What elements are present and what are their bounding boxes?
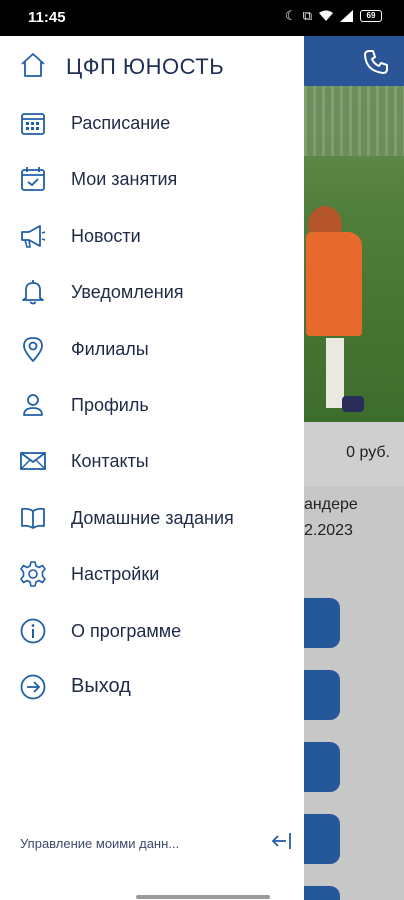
signal-icon bbox=[340, 10, 354, 22]
exit-arrow-icon bbox=[20, 674, 46, 700]
status-icons: ☾ ⧉ 69 bbox=[285, 8, 382, 24]
gear-icon bbox=[20, 561, 46, 587]
wifi-icon bbox=[318, 10, 334, 22]
background-card-text: андере 2.2023 bbox=[304, 492, 358, 544]
phone-icon[interactable] bbox=[362, 48, 390, 76]
menu-item-label: Контакты bbox=[71, 451, 149, 472]
navigation-drawer: ЦФП ЮНОСТЬ Расписание Мои занятия Новост… bbox=[0, 36, 304, 900]
background-button bbox=[304, 670, 340, 720]
home-indicator[interactable] bbox=[136, 895, 270, 899]
calendar-check-icon bbox=[20, 166, 46, 192]
home-icon bbox=[20, 52, 46, 78]
battery-icon: 69 bbox=[360, 10, 382, 22]
menu-item-label: Расписание bbox=[71, 113, 171, 133]
info-icon bbox=[20, 618, 46, 644]
menu-item-label: Настройки bbox=[71, 564, 160, 585]
drawer-title: ЦФП ЮНОСТЬ bbox=[66, 54, 225, 79]
menu-item-label: Уведомления bbox=[71, 282, 184, 303]
menu-item-notifications[interactable]: Уведомления bbox=[0, 265, 304, 321]
menu-item-label: Новости bbox=[71, 225, 141, 246]
menu-item-profile[interactable]: Профиль bbox=[0, 378, 304, 434]
background-button bbox=[304, 814, 340, 864]
background-card-line1: андере bbox=[304, 496, 358, 513]
map-pin-icon bbox=[20, 336, 46, 362]
menu-item-label: Выход bbox=[71, 674, 131, 697]
calendar-grid-icon bbox=[20, 110, 46, 136]
menu-item-label: Мои занятия bbox=[71, 169, 178, 190]
status-bar: 11:45 ☾ ⧉ 69 bbox=[0, 0, 404, 36]
menu-item-homework[interactable]: Домашние задания bbox=[0, 491, 304, 547]
background-button bbox=[304, 886, 340, 900]
background-price-row: 0 руб. bbox=[304, 422, 404, 486]
drawer-menu: Расписание Мои занятия Новости Уведомлен… bbox=[0, 96, 304, 716]
background-button bbox=[304, 742, 340, 792]
book-icon bbox=[20, 505, 46, 531]
drawer-header[interactable]: ЦФП ЮНОСТЬ bbox=[0, 36, 304, 96]
vibrate-icon: ⧉ bbox=[302, 8, 312, 23]
background-app-header bbox=[304, 36, 404, 86]
collapse-drawer-icon[interactable] bbox=[270, 830, 292, 852]
background-app: 0 руб. андере 2.2023 bbox=[304, 36, 404, 900]
menu-item-schedule[interactable]: Расписание bbox=[0, 96, 304, 152]
menu-item-my-classes[interactable]: Мои занятия bbox=[0, 152, 304, 208]
menu-item-contacts[interactable]: Контакты bbox=[0, 434, 304, 490]
manage-data-link[interactable]: Управление моими данн... bbox=[20, 836, 179, 851]
menu-item-label: Филиалы bbox=[71, 338, 149, 359]
moon-icon: ☾ bbox=[285, 8, 297, 23]
bell-icon bbox=[20, 279, 46, 305]
menu-item-settings[interactable]: Настройки bbox=[0, 547, 304, 603]
menu-item-about[interactable]: О программе bbox=[0, 604, 304, 660]
menu-item-branches[interactable]: Филиалы bbox=[0, 322, 304, 378]
envelope-icon bbox=[20, 448, 46, 474]
menu-item-label: Профиль bbox=[71, 394, 149, 415]
status-time: 11:45 bbox=[28, 9, 66, 26]
person-icon bbox=[20, 392, 46, 418]
background-card-line2: 2.2023 bbox=[304, 522, 353, 539]
menu-item-news[interactable]: Новости bbox=[0, 209, 304, 265]
menu-item-logout[interactable]: Выход bbox=[0, 660, 304, 716]
menu-item-label: Домашние задания bbox=[71, 507, 234, 528]
background-photo bbox=[304, 86, 404, 422]
megaphone-icon bbox=[20, 223, 46, 249]
menu-item-label: О программе bbox=[71, 620, 182, 641]
background-price: 0 руб. bbox=[346, 444, 390, 461]
background-button bbox=[304, 598, 340, 648]
